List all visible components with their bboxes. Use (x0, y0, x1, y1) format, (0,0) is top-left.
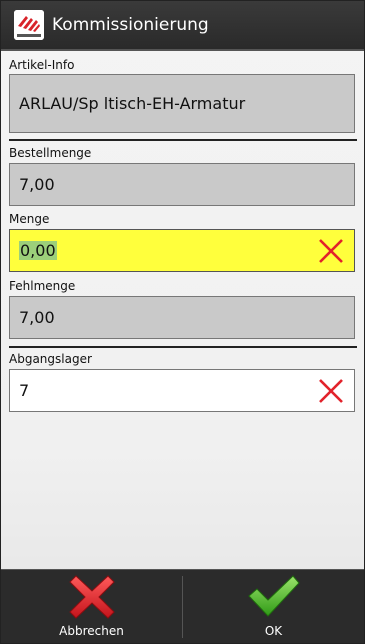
fehlmenge-label: Fehlmenge (9, 279, 76, 293)
cancel-button-label: Abbrechen (59, 624, 124, 638)
page-title: Kommissionierung (52, 15, 209, 35)
cancel-button[interactable]: Abbrechen (1, 570, 182, 643)
menge-input-value: 0,00 (19, 241, 57, 260)
abgangslager-input-value: 7 (19, 381, 30, 400)
menge-clear-icon[interactable] (318, 238, 344, 264)
action-bar: Abbrechen OK (1, 569, 364, 643)
app-window: Kommissionierung Artikel-Info ARLAU/Sp l… (0, 0, 365, 644)
menge-label: Menge (9, 212, 50, 226)
app-logo-icon (14, 10, 44, 40)
artikel-info-label: Artikel-Info (9, 58, 75, 72)
section-divider (9, 346, 357, 348)
ok-check-icon (247, 575, 300, 617)
cancel-x-icon (68, 575, 115, 619)
abgangslager-input[interactable]: 7 (9, 369, 355, 412)
abgangslager-label: Abgangslager (9, 352, 92, 366)
menge-input[interactable]: 0,00 (9, 229, 355, 272)
artikel-info-field: ARLAU/Sp ltisch-EH-Armatur (9, 74, 355, 133)
section-divider (9, 139, 357, 141)
abgangslager-clear-icon[interactable] (318, 378, 344, 404)
ok-button-label: OK (264, 624, 283, 638)
bestellmenge-label: Bestellmenge (9, 146, 92, 160)
fehlmenge-field: 7,00 (9, 296, 355, 339)
title-bar: Kommissionierung (1, 1, 364, 51)
ok-button[interactable]: OK (183, 570, 364, 643)
bestellmenge-field: 7,00 (9, 163, 355, 206)
